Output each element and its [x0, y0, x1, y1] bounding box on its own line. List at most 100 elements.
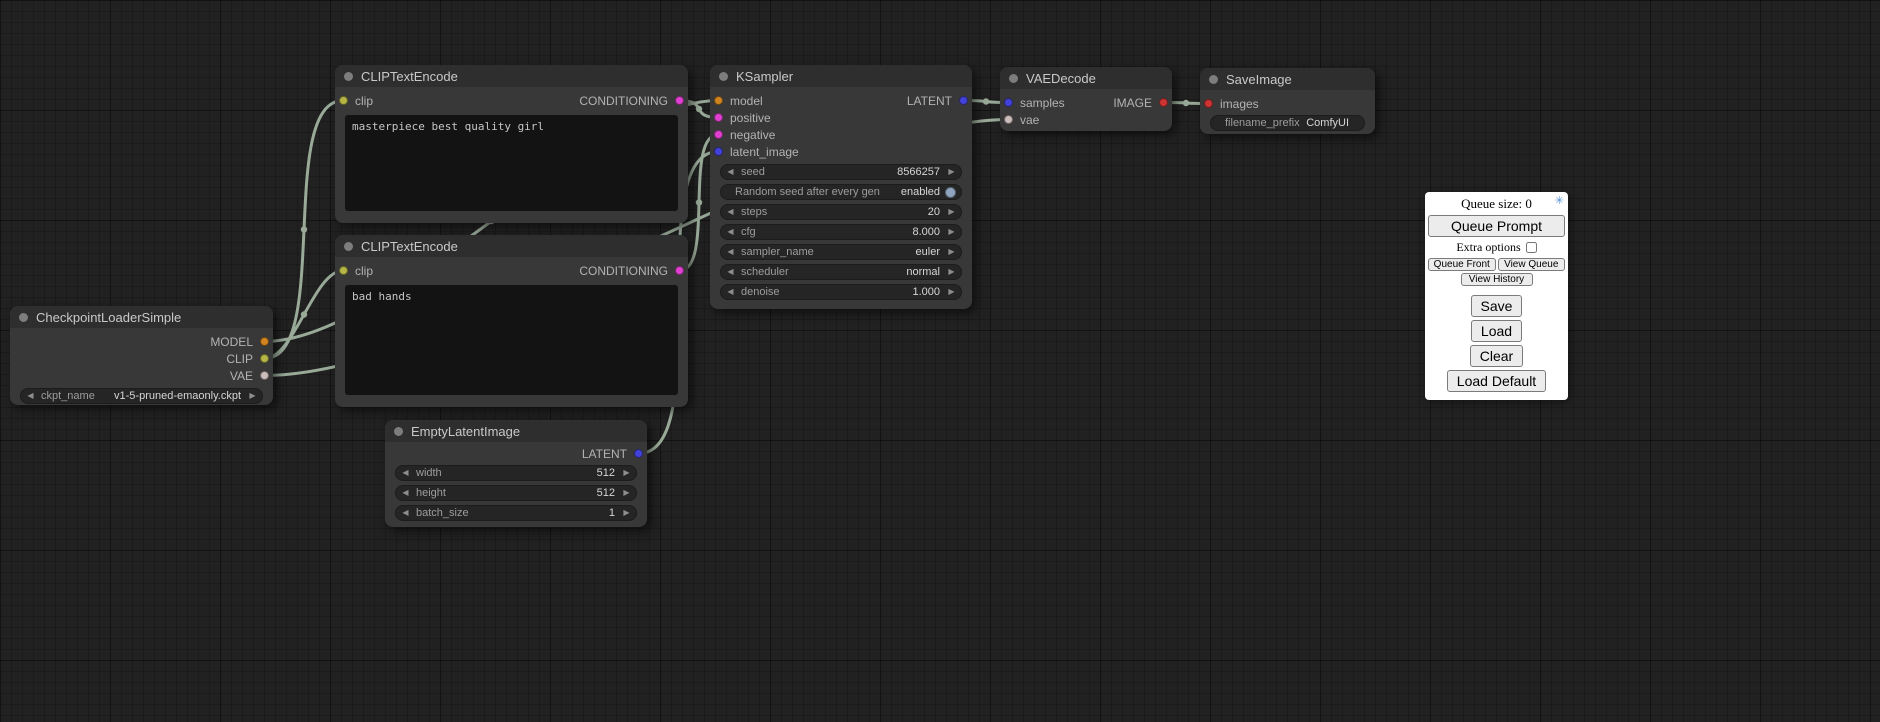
input-slot-vae: vae	[1000, 111, 1172, 128]
collapse-dot-icon[interactable]	[1209, 75, 1218, 84]
conditioning-output-dot[interactable]	[675, 96, 684, 105]
increment-arrow-icon[interactable]: ▶	[945, 165, 958, 179]
increment-arrow-icon[interactable]: ▶	[620, 466, 633, 480]
slot-label: clip	[355, 94, 373, 108]
collapse-dot-icon[interactable]	[1009, 74, 1018, 83]
node-title-bar[interactable]: CheckpointLoaderSimple	[10, 306, 273, 328]
input-slot-negative: negative	[710, 126, 972, 143]
comfy-menu-panel: Queue size: 0 ✳ Queue Prompt Extra optio…	[1425, 192, 1568, 400]
next-arrow-icon[interactable]: ▶	[945, 245, 958, 259]
slot-label: latent_image	[730, 145, 799, 159]
prev-arrow-icon[interactable]: ◀	[24, 389, 37, 403]
positive-input-dot[interactable]	[714, 113, 723, 122]
next-arrow-icon[interactable]: ▶	[945, 265, 958, 279]
node-title-bar[interactable]: SaveImage	[1200, 68, 1375, 90]
denoise-widget[interactable]: ◀ denoise 1.000 ▶	[720, 284, 962, 300]
width-widget[interactable]: ◀ width 512 ▶	[395, 465, 637, 481]
increment-arrow-icon[interactable]: ▶	[945, 285, 958, 299]
node-clip-text-encode-negative[interactable]: CLIPTextEncode clip CONDITIONING bad han…	[335, 235, 688, 407]
latent-output-dot[interactable]	[959, 96, 968, 105]
samples-input-dot[interactable]	[1004, 98, 1013, 107]
increment-arrow-icon[interactable]: ▶	[945, 225, 958, 239]
collapse-dot-icon[interactable]	[19, 313, 28, 322]
node-vae-decode[interactable]: VAEDecode samples IMAGE vae	[1000, 67, 1172, 131]
images-input-dot[interactable]	[1204, 99, 1213, 108]
prev-arrow-icon[interactable]: ◀	[724, 245, 737, 259]
toggle-knob-icon[interactable]	[945, 187, 956, 198]
steps-widget[interactable]: ◀ steps 20 ▶	[720, 204, 962, 220]
node-checkpoint-loader-simple[interactable]: CheckpointLoaderSimple MODEL CLIP VAE	[10, 306, 273, 405]
negative-prompt-textarea[interactable]: bad hands	[345, 285, 678, 395]
slot-label: CONDITIONING	[579, 94, 668, 108]
decrement-arrow-icon[interactable]: ◀	[399, 486, 412, 500]
node-title-bar[interactable]: EmptyLatentImage	[385, 420, 647, 442]
view-queue-button[interactable]: View Queue	[1498, 258, 1566, 271]
output-slot-latent: LATENT	[385, 445, 647, 462]
image-output-dot[interactable]	[1159, 98, 1168, 107]
ckpt-name-widget[interactable]: ◀ ckpt_name v1-5-pruned-emaonly.ckpt ▶	[20, 388, 263, 404]
slot-label: clip	[355, 264, 373, 278]
increment-arrow-icon[interactable]: ▶	[945, 205, 958, 219]
node-empty-latent-image[interactable]: EmptyLatentImage LATENT ◀ width 512 ▶ ◀ …	[385, 420, 647, 527]
node-save-image[interactable]: SaveImage images filename_prefix ComfyUI	[1200, 68, 1375, 134]
input-slot-images: images	[1200, 95, 1375, 112]
model-input-dot[interactable]	[714, 96, 723, 105]
prev-arrow-icon[interactable]: ◀	[724, 265, 737, 279]
filename-prefix-widget[interactable]: filename_prefix ComfyUI	[1210, 115, 1365, 131]
conditioning-output-dot[interactable]	[675, 266, 684, 275]
batch-size-widget[interactable]: ◀ batch_size 1 ▶	[395, 505, 637, 521]
negative-input-dot[interactable]	[714, 130, 723, 139]
collapse-dot-icon[interactable]	[344, 242, 353, 251]
latent-output-dot[interactable]	[634, 449, 643, 458]
vae-output-dot[interactable]	[260, 371, 269, 380]
vae-input-dot[interactable]	[1004, 115, 1013, 124]
node-title-bar[interactable]: KSampler	[710, 65, 972, 87]
positive-prompt-textarea[interactable]: masterpiece best quality girl	[345, 115, 678, 211]
collapse-dot-icon[interactable]	[719, 72, 728, 81]
decrement-arrow-icon[interactable]: ◀	[724, 205, 737, 219]
latent-image-input-dot[interactable]	[714, 147, 723, 156]
height-widget[interactable]: ◀ height 512 ▶	[395, 485, 637, 501]
view-history-button[interactable]: View History	[1461, 273, 1533, 286]
input-slot-positive: positive	[710, 109, 972, 126]
node-clip-text-encode-positive[interactable]: CLIPTextEncode clip CONDITIONING masterp…	[335, 65, 688, 223]
next-arrow-icon[interactable]: ▶	[246, 389, 259, 403]
load-button[interactable]: Load	[1471, 320, 1522, 342]
clip-input-dot[interactable]	[339, 266, 348, 275]
collapse-dot-icon[interactable]	[394, 427, 403, 436]
clear-button[interactable]: Clear	[1470, 345, 1523, 367]
clip-input-dot[interactable]	[339, 96, 348, 105]
model-output-dot[interactable]	[260, 337, 269, 346]
node-graph-canvas[interactable]: CheckpointLoaderSimple MODEL CLIP VAE	[0, 0, 1880, 722]
slot-row-samples-image: samples IMAGE	[1000, 94, 1172, 111]
decrement-arrow-icon[interactable]: ◀	[724, 225, 737, 239]
node-title: CLIPTextEncode	[361, 69, 458, 84]
slot-label: negative	[730, 128, 775, 142]
scheduler-widget[interactable]: ◀ scheduler normal ▶	[720, 264, 962, 280]
decrement-arrow-icon[interactable]: ◀	[724, 285, 737, 299]
increment-arrow-icon[interactable]: ▶	[620, 486, 633, 500]
extra-options-checkbox[interactable]	[1526, 242, 1537, 253]
slot-label: model	[730, 94, 763, 108]
node-title-bar[interactable]: CLIPTextEncode	[335, 235, 688, 257]
queue-prompt-button[interactable]: Queue Prompt	[1428, 215, 1565, 237]
decrement-arrow-icon[interactable]: ◀	[399, 506, 412, 520]
collapse-dot-icon[interactable]	[344, 72, 353, 81]
node-title-bar[interactable]: CLIPTextEncode	[335, 65, 688, 87]
cfg-widget[interactable]: ◀ cfg 8.000 ▶	[720, 224, 962, 240]
decrement-arrow-icon[interactable]: ◀	[399, 466, 412, 480]
sampler-name-widget[interactable]: ◀ sampler_name euler ▶	[720, 244, 962, 260]
clip-output-dot[interactable]	[260, 354, 269, 363]
node-title-bar[interactable]: VAEDecode	[1000, 67, 1172, 89]
settings-gear-icon[interactable]: ✳	[1555, 194, 1564, 207]
node-ksampler[interactable]: KSampler model LATENT positive negative	[710, 65, 972, 309]
save-button[interactable]: Save	[1471, 295, 1523, 317]
queue-front-button[interactable]: Queue Front	[1428, 258, 1496, 271]
slot-label: samples	[1020, 96, 1065, 110]
increment-arrow-icon[interactable]: ▶	[620, 506, 633, 520]
slot-label: images	[1220, 97, 1259, 111]
random-seed-toggle-widget[interactable]: Random seed after every gen enabled	[720, 184, 962, 200]
load-default-button[interactable]: Load Default	[1447, 370, 1546, 392]
decrement-arrow-icon[interactable]: ◀	[724, 165, 737, 179]
seed-widget[interactable]: ◀ seed 8566257 ▶	[720, 164, 962, 180]
